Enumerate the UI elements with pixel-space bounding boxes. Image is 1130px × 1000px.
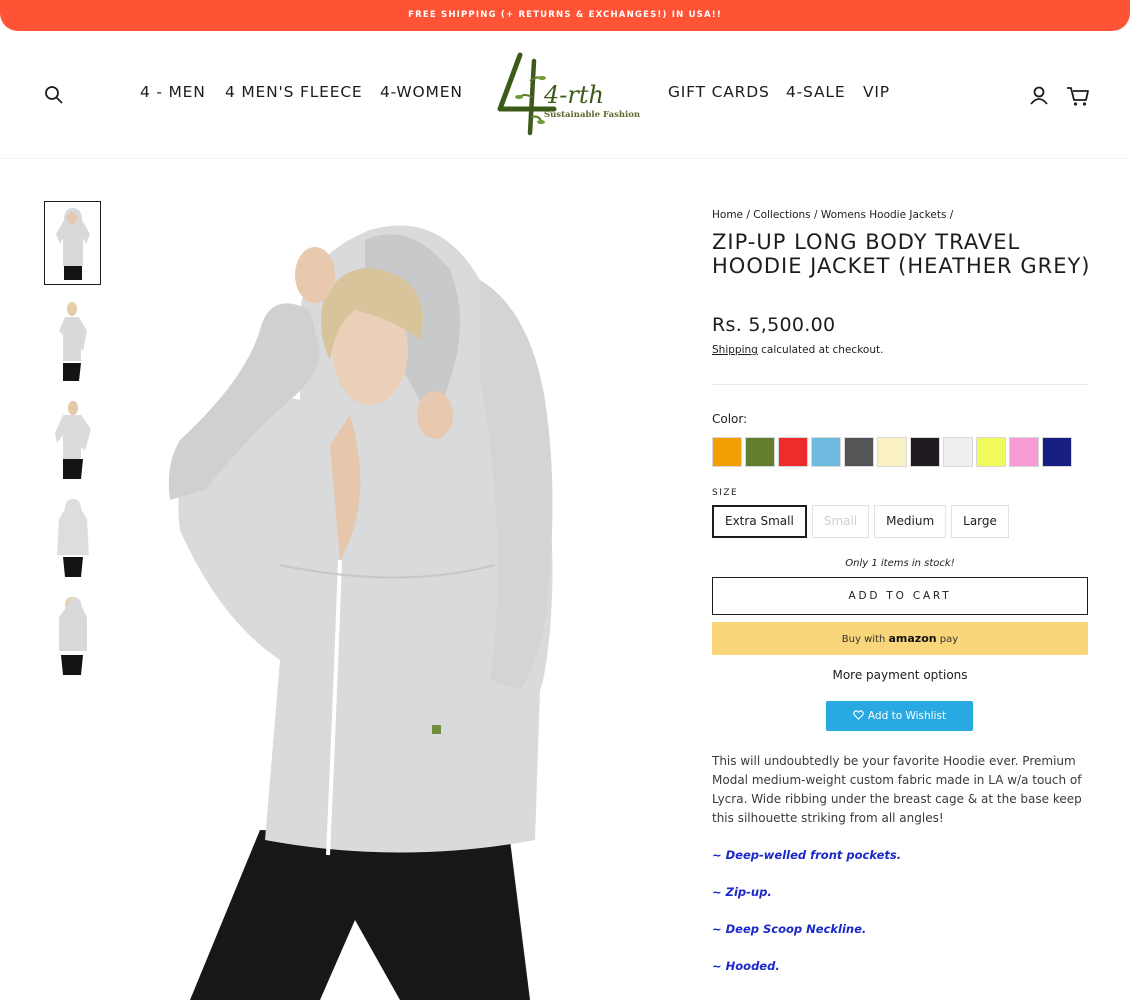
feature-zip: ~ Zip-up.: [712, 885, 772, 899]
product-description: This will undoubtedly be your favorite H…: [712, 754, 1082, 825]
amazon-logo: amazon: [888, 632, 937, 645]
breadcrumb-separator: /: [746, 209, 750, 221]
product-price: Rs. 5,500.00: [712, 314, 836, 336]
color-swatch[interactable]: [1042, 437, 1072, 467]
logo-wordmark: 4-rth: [543, 81, 604, 109]
heart-icon: [853, 710, 864, 720]
hoodie-thumbnail-image: [56, 499, 89, 577]
nav-link-men[interactable]: 4 - MEN: [140, 83, 206, 101]
size-label: SIZE: [712, 488, 739, 498]
stock-notice: Only 1 items in stock!: [845, 558, 955, 569]
product-thumbnail-1[interactable]: [44, 201, 101, 285]
breadcrumb-collections[interactable]: Collections: [753, 209, 810, 221]
size-option-medium[interactable]: Medium: [874, 505, 947, 538]
amazon-pay-prefix: Buy with: [841, 634, 886, 645]
nav-link-mens-fleece[interactable]: 4 MEN'S FLEECE: [225, 83, 363, 101]
product-thumbnail-3[interactable]: [44, 397, 101, 481]
breadcrumb: Home / Collections / Womens Hoodie Jacke…: [712, 209, 953, 221]
color-swatch[interactable]: [943, 437, 973, 467]
amazon-pay-suffix: pay: [939, 634, 959, 645]
feature-hooded: ~ Hooded.: [712, 959, 780, 973]
color-swatch[interactable]: [844, 437, 874, 467]
size-option-large[interactable]: Large: [951, 505, 1009, 538]
amazon-pay-button[interactable]: Buy with amazon pay: [712, 622, 1088, 655]
breadcrumb-separator: /: [814, 209, 818, 221]
divider: [712, 384, 1088, 385]
color-swatch[interactable]: [712, 437, 742, 467]
site-header: 4 - MEN 4 MEN'S FLEECE 4-WOMEN 4-rth Sus…: [0, 31, 1130, 159]
hoodie-thumbnail-image: [58, 302, 87, 381]
product-thumbnail-2[interactable]: [44, 299, 101, 383]
product-title: ZIP-UP LONG BODY TRAVEL HOODIE JACKET (H…: [712, 230, 1091, 278]
color-label: Color:: [712, 412, 748, 426]
color-swatches: [712, 437, 1072, 467]
nav-link-sale[interactable]: 4-SALE: [786, 83, 845, 101]
size-option-extra-small[interactable]: Extra Small: [712, 505, 807, 538]
color-swatch[interactable]: [877, 437, 907, 467]
shipping-note: Shipping calculated at checkout.: [712, 344, 883, 356]
product-thumbnail-4[interactable]: [44, 495, 101, 579]
more-payment-options-link[interactable]: More payment options: [712, 668, 1088, 682]
color-swatch[interactable]: [778, 437, 808, 467]
account-icon[interactable]: [1028, 85, 1050, 107]
color-swatch[interactable]: [1009, 437, 1039, 467]
color-swatch[interactable]: [745, 437, 775, 467]
add-to-cart-button[interactable]: ADD TO CART: [712, 577, 1088, 615]
breadcrumb-home[interactable]: Home: [712, 209, 743, 221]
nav-link-gift-cards[interactable]: GIFT CARDS: [668, 83, 770, 101]
color-swatch[interactable]: [811, 437, 841, 467]
feature-neckline: ~ Deep Scoop Neckline.: [712, 922, 867, 936]
size-options: Extra Small Small Medium Large: [712, 505, 1009, 538]
hoodie-thumbnail-image: [58, 597, 87, 675]
logo-tagline: Sustainable Fashion: [544, 110, 640, 120]
color-swatch[interactable]: [976, 437, 1006, 467]
add-to-wishlist-button[interactable]: Add to Wishlist: [826, 701, 973, 731]
nav-link-women[interactable]: 4-WOMEN: [380, 83, 463, 101]
hoodie-thumbnail-image: [55, 208, 90, 280]
shipping-note-text: calculated at checkout.: [761, 344, 884, 356]
shipping-link[interactable]: Shipping: [712, 344, 758, 356]
search-icon[interactable]: [44, 85, 64, 105]
product-main-image[interactable]: [150, 200, 660, 1000]
hoodie-thumbnail-image: [54, 401, 91, 479]
wishlist-label: Add to Wishlist: [867, 710, 947, 722]
product-thumbnail-5[interactable]: [44, 593, 101, 677]
feature-pockets: ~ Deep-welled front pockets.: [712, 848, 902, 862]
cart-icon[interactable]: [1066, 85, 1090, 107]
brand-logo[interactable]: 4-rth Sustainable Fashion: [494, 51, 640, 137]
announcement-bar: FREE SHIPPING (+ RETURNS & EXCHANGES!) I…: [0, 0, 1130, 31]
color-swatch[interactable]: [910, 437, 940, 467]
breadcrumb-collection[interactable]: Womens Hoodie Jackets: [821, 209, 947, 221]
nav-link-vip[interactable]: VIP: [863, 83, 890, 101]
breadcrumb-separator: /: [949, 209, 954, 221]
size-option-small[interactable]: Small: [811, 505, 870, 538]
